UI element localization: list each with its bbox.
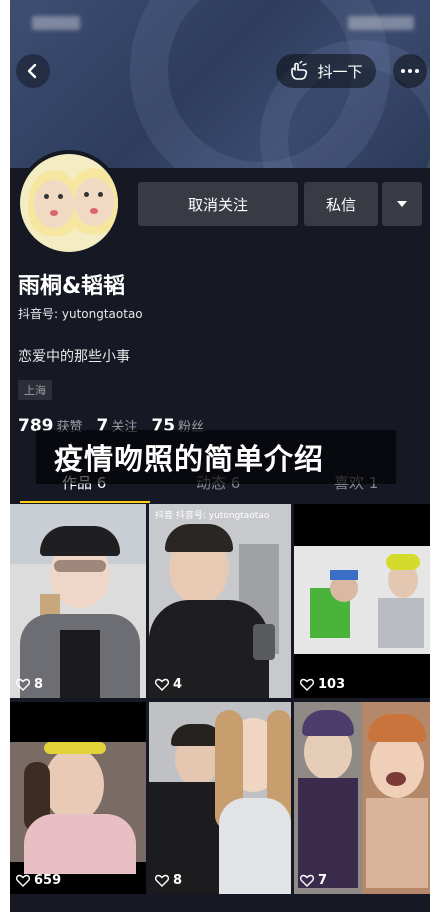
caption-overlay: 疫情吻照的简单介绍 xyxy=(36,430,396,484)
video-thumbnail[interactable]: 抖音 抖音号: yutongtaotao 4 xyxy=(149,504,291,698)
heart-icon xyxy=(300,874,314,887)
like-count: 659 xyxy=(16,873,61,888)
like-count-value: 8 xyxy=(173,873,183,888)
like-count: 4 xyxy=(155,677,182,692)
profile-screen: 抖一下 取消关注 私信 雨桐&韬韬 抖音号: yutongtaotao 恋爱中的… xyxy=(10,0,430,912)
caret-down-icon xyxy=(397,201,407,207)
message-button[interactable]: 私信 xyxy=(304,182,378,226)
chevron-left-icon xyxy=(27,63,37,79)
video-thumbnail[interactable]: 659 xyxy=(10,702,146,894)
video-thumbnail[interactable]: 8 xyxy=(149,702,291,894)
video-grid: 8 抖音 抖音号: yutongtaotao 4 103 659 8 7 xyxy=(10,504,430,896)
avatar[interactable] xyxy=(16,150,122,256)
unfollow-button[interactable]: 取消关注 xyxy=(138,182,298,226)
heart-icon xyxy=(16,874,30,887)
profile-name: 雨桐&韬韬 xyxy=(18,274,126,299)
unfollow-label: 取消关注 xyxy=(187,195,248,214)
like-count: 8 xyxy=(155,873,182,888)
heart-icon xyxy=(16,678,30,691)
status-bar-left xyxy=(32,16,80,30)
like-count-value: 7 xyxy=(318,873,328,888)
video-thumbnail[interactable]: 103 xyxy=(294,504,430,698)
like-count-value: 103 xyxy=(318,677,346,692)
shake-button[interactable]: 抖一下 xyxy=(276,54,376,88)
video-thumbnail[interactable]: 8 xyxy=(10,504,146,698)
like-count: 8 xyxy=(16,677,43,692)
heart-icon xyxy=(300,678,314,691)
like-count: 7 xyxy=(300,873,327,888)
more-icon xyxy=(401,69,405,73)
active-tab-indicator xyxy=(20,501,150,503)
status-bar-right xyxy=(348,16,414,30)
poke-hand-icon xyxy=(291,61,308,80)
like-count-value: 4 xyxy=(173,677,183,692)
like-count: 103 xyxy=(300,677,345,692)
bottom-strip xyxy=(10,896,430,912)
douyin-id: 抖音号: yutongtaotao xyxy=(18,307,143,321)
like-count-value: 8 xyxy=(34,677,44,692)
profile-bio: 恋爱中的那些小事 xyxy=(18,349,130,365)
tiktok-watermark: 抖音 抖音号: yutongtaotao xyxy=(155,511,270,521)
like-count-value: 659 xyxy=(34,873,62,888)
location-tag: 上海 xyxy=(18,380,52,400)
caption-text: 疫情吻照的简单介绍 xyxy=(54,442,325,476)
message-label: 私信 xyxy=(325,195,356,214)
shake-label: 抖一下 xyxy=(317,62,363,81)
video-thumbnail[interactable]: 7 xyxy=(294,702,430,894)
more-button[interactable] xyxy=(393,54,427,88)
heart-icon xyxy=(155,874,169,887)
profile-banner: 抖一下 xyxy=(10,0,430,168)
back-button[interactable] xyxy=(16,54,50,88)
dropdown-button[interactable] xyxy=(382,182,422,226)
heart-icon xyxy=(155,678,169,691)
